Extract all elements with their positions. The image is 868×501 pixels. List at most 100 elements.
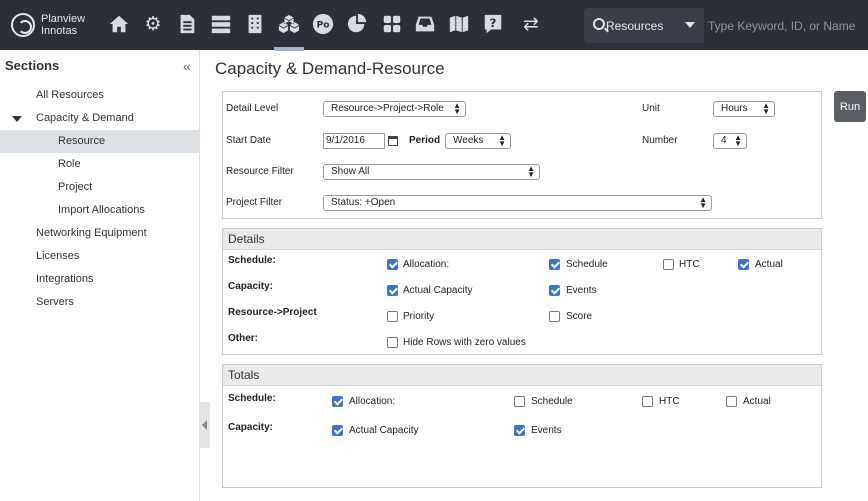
sidebar-item-role[interactable]: Role bbox=[0, 153, 200, 176]
sidebar-item-label: Capacity & Demand bbox=[36, 112, 134, 124]
totals-schedule-checkbox[interactable] bbox=[514, 396, 525, 407]
totals-actual-capacity-text: Actual Capacity bbox=[349, 425, 419, 436]
filter-panel: Detail Level Resource->Project->Role ▲ ▼ … bbox=[222, 91, 822, 219]
details-actual-text: Actual bbox=[755, 259, 783, 270]
totals-allocation-text: Allocation: bbox=[349, 396, 396, 407]
select-arrows-icon: ▲ ▼ bbox=[527, 164, 535, 179]
number-label: Number bbox=[642, 135, 678, 146]
totals-actual-text: Actual bbox=[743, 396, 771, 407]
details-hide-rows-text: Hide Rows with zero values bbox=[403, 337, 526, 348]
details-allocation-checkbox[interactable] bbox=[387, 259, 398, 270]
select-arrows-icon: ▲ ▼ bbox=[699, 195, 707, 210]
sidebar-item-servers[interactable]: Servers bbox=[0, 291, 200, 314]
select-arrows-icon: ▲ ▼ bbox=[498, 133, 506, 148]
number-select[interactable]: 4 ▲ ▼ bbox=[713, 133, 747, 149]
search-input[interactable] bbox=[704, 8, 868, 43]
detail-level-select[interactable]: Resource->Project->Role ▲ ▼ bbox=[323, 101, 466, 117]
sidebar-item-licenses[interactable]: Licenses bbox=[0, 245, 200, 268]
expand-caret-icon[interactable] bbox=[12, 116, 22, 122]
page-title: Capacity & Demand-Resource bbox=[215, 59, 445, 78]
period-select[interactable]: Weeks ▲ ▼ bbox=[445, 133, 511, 149]
run-button[interactable]: Run bbox=[834, 91, 866, 122]
start-date-input[interactable]: 9/1/2016 bbox=[323, 133, 385, 149]
totals-htc-checkbox[interactable] bbox=[642, 396, 653, 407]
details-resource-project-label: Resource->Project bbox=[228, 307, 317, 318]
details-schedule-label: Schedule: bbox=[228, 255, 276, 266]
details-priority-checkbox[interactable] bbox=[387, 311, 398, 322]
svg-text:?: ? bbox=[490, 16, 497, 30]
planview-logo[interactable]: Planview Innotas bbox=[0, 0, 100, 50]
details-allocation-label: Allocation: bbox=[403, 259, 450, 270]
details-events-text: Events bbox=[566, 285, 597, 296]
sidebar-item-networking-equipment[interactable]: Networking Equipment bbox=[0, 222, 200, 245]
unit-select[interactable]: Hours ▲ ▼ bbox=[713, 101, 775, 117]
calendar-icon[interactable] bbox=[388, 136, 398, 146]
sidebar-item-capacity-demand[interactable]: Capacity & Demand bbox=[0, 107, 200, 130]
document-icon[interactable] bbox=[175, 12, 199, 36]
sidebar-item-all-resources[interactable]: All Resources bbox=[0, 84, 200, 107]
totals-panel: Totals Schedule: Capacity: Allocation: S… bbox=[222, 364, 822, 488]
details-actual-checkbox[interactable] bbox=[738, 259, 749, 270]
details-other-label: Other: bbox=[228, 333, 258, 344]
resource-filter-select[interactable]: Show All ▲ ▼ bbox=[323, 164, 540, 180]
totals-allocation-checkbox[interactable] bbox=[332, 396, 343, 407]
dashboard-grid-icon[interactable] bbox=[380, 12, 404, 36]
sidebar-title: Sections bbox=[5, 58, 60, 73]
totals-events-checkbox[interactable] bbox=[514, 425, 525, 436]
totals-header: Totals bbox=[223, 365, 821, 386]
sidebar-item-integrations[interactable]: Integrations bbox=[0, 268, 200, 291]
inbox-tray-icon[interactable] bbox=[413, 12, 437, 36]
totals-actual-capacity-checkbox[interactable] bbox=[332, 425, 343, 436]
svg-text:Po: Po bbox=[316, 20, 329, 31]
details-priority-text: Priority bbox=[403, 311, 435, 322]
project-filter-select[interactable]: Status: +Open ▲ ▼ bbox=[323, 195, 712, 211]
details-events-checkbox[interactable] bbox=[549, 285, 560, 296]
details-actual-capacity-checkbox[interactable] bbox=[387, 285, 398, 296]
sidebar-item-project[interactable]: Project bbox=[0, 176, 200, 199]
start-date-label: Start Date bbox=[226, 135, 272, 146]
details-score-text: Score bbox=[566, 311, 593, 322]
resource-filter-value: Show All bbox=[331, 166, 370, 177]
number-value: 4 bbox=[721, 135, 727, 146]
period-label: Period bbox=[409, 135, 441, 146]
details-panel: Details Schedule: Capacity: Resource->Pr… bbox=[222, 228, 822, 355]
totals-htc-text: HTC bbox=[659, 396, 680, 407]
unit-value: Hours bbox=[721, 103, 748, 114]
building-icon[interactable] bbox=[243, 12, 267, 36]
details-schedule-text: Schedule bbox=[566, 259, 608, 270]
totals-events-text: Events bbox=[531, 425, 562, 436]
project-filter-label: Project Filter bbox=[226, 197, 283, 208]
details-hide-rows-checkbox[interactable] bbox=[387, 337, 398, 348]
home-icon[interactable] bbox=[107, 12, 131, 36]
details-htc-text: HTC bbox=[679, 259, 700, 270]
resource-filter-label: Resource Filter bbox=[226, 166, 294, 177]
global-search: Resources bbox=[584, 8, 868, 43]
sidebar-item-import-allocations[interactable]: Import Allocations bbox=[0, 199, 200, 222]
logo-line-2: Innotas bbox=[41, 25, 78, 37]
server-icon[interactable] bbox=[209, 12, 233, 36]
period-value: Weeks bbox=[453, 135, 484, 146]
search-type-select[interactable]: Resources bbox=[606, 19, 663, 33]
shuffle-icon[interactable]: ⇄ bbox=[519, 12, 543, 36]
totals-schedule-text: Schedule bbox=[531, 396, 573, 407]
sidebar-resize-handle[interactable] bbox=[200, 402, 210, 448]
project-filter-value: Status: +Open bbox=[331, 197, 396, 208]
map-icon[interactable] bbox=[447, 12, 471, 36]
details-header: Details bbox=[223, 229, 821, 250]
details-score-checkbox[interactable] bbox=[549, 311, 560, 322]
sidebar-item-resource[interactable]: Resource bbox=[0, 130, 200, 153]
totals-actual-checkbox[interactable] bbox=[726, 396, 737, 407]
resources-cubes-icon[interactable] bbox=[274, 12, 304, 51]
select-arrows-icon: ▲ ▼ bbox=[762, 101, 770, 116]
planview-logo-icon bbox=[11, 13, 35, 37]
chevron-down-icon[interactable] bbox=[685, 22, 695, 28]
unit-label: Unit bbox=[642, 103, 660, 114]
totals-schedule-label: Schedule: bbox=[228, 393, 276, 404]
pie-chart-icon[interactable] bbox=[345, 12, 369, 36]
details-schedule-checkbox[interactable] bbox=[549, 259, 560, 270]
collapse-sidebar-icon[interactable]: « bbox=[183, 58, 191, 74]
help-question-icon[interactable]: ? bbox=[481, 12, 505, 36]
portfolio-po-icon[interactable]: Po bbox=[311, 12, 335, 36]
gears-icon[interactable]: ⚙ bbox=[141, 12, 165, 36]
details-htc-checkbox[interactable] bbox=[663, 259, 674, 270]
